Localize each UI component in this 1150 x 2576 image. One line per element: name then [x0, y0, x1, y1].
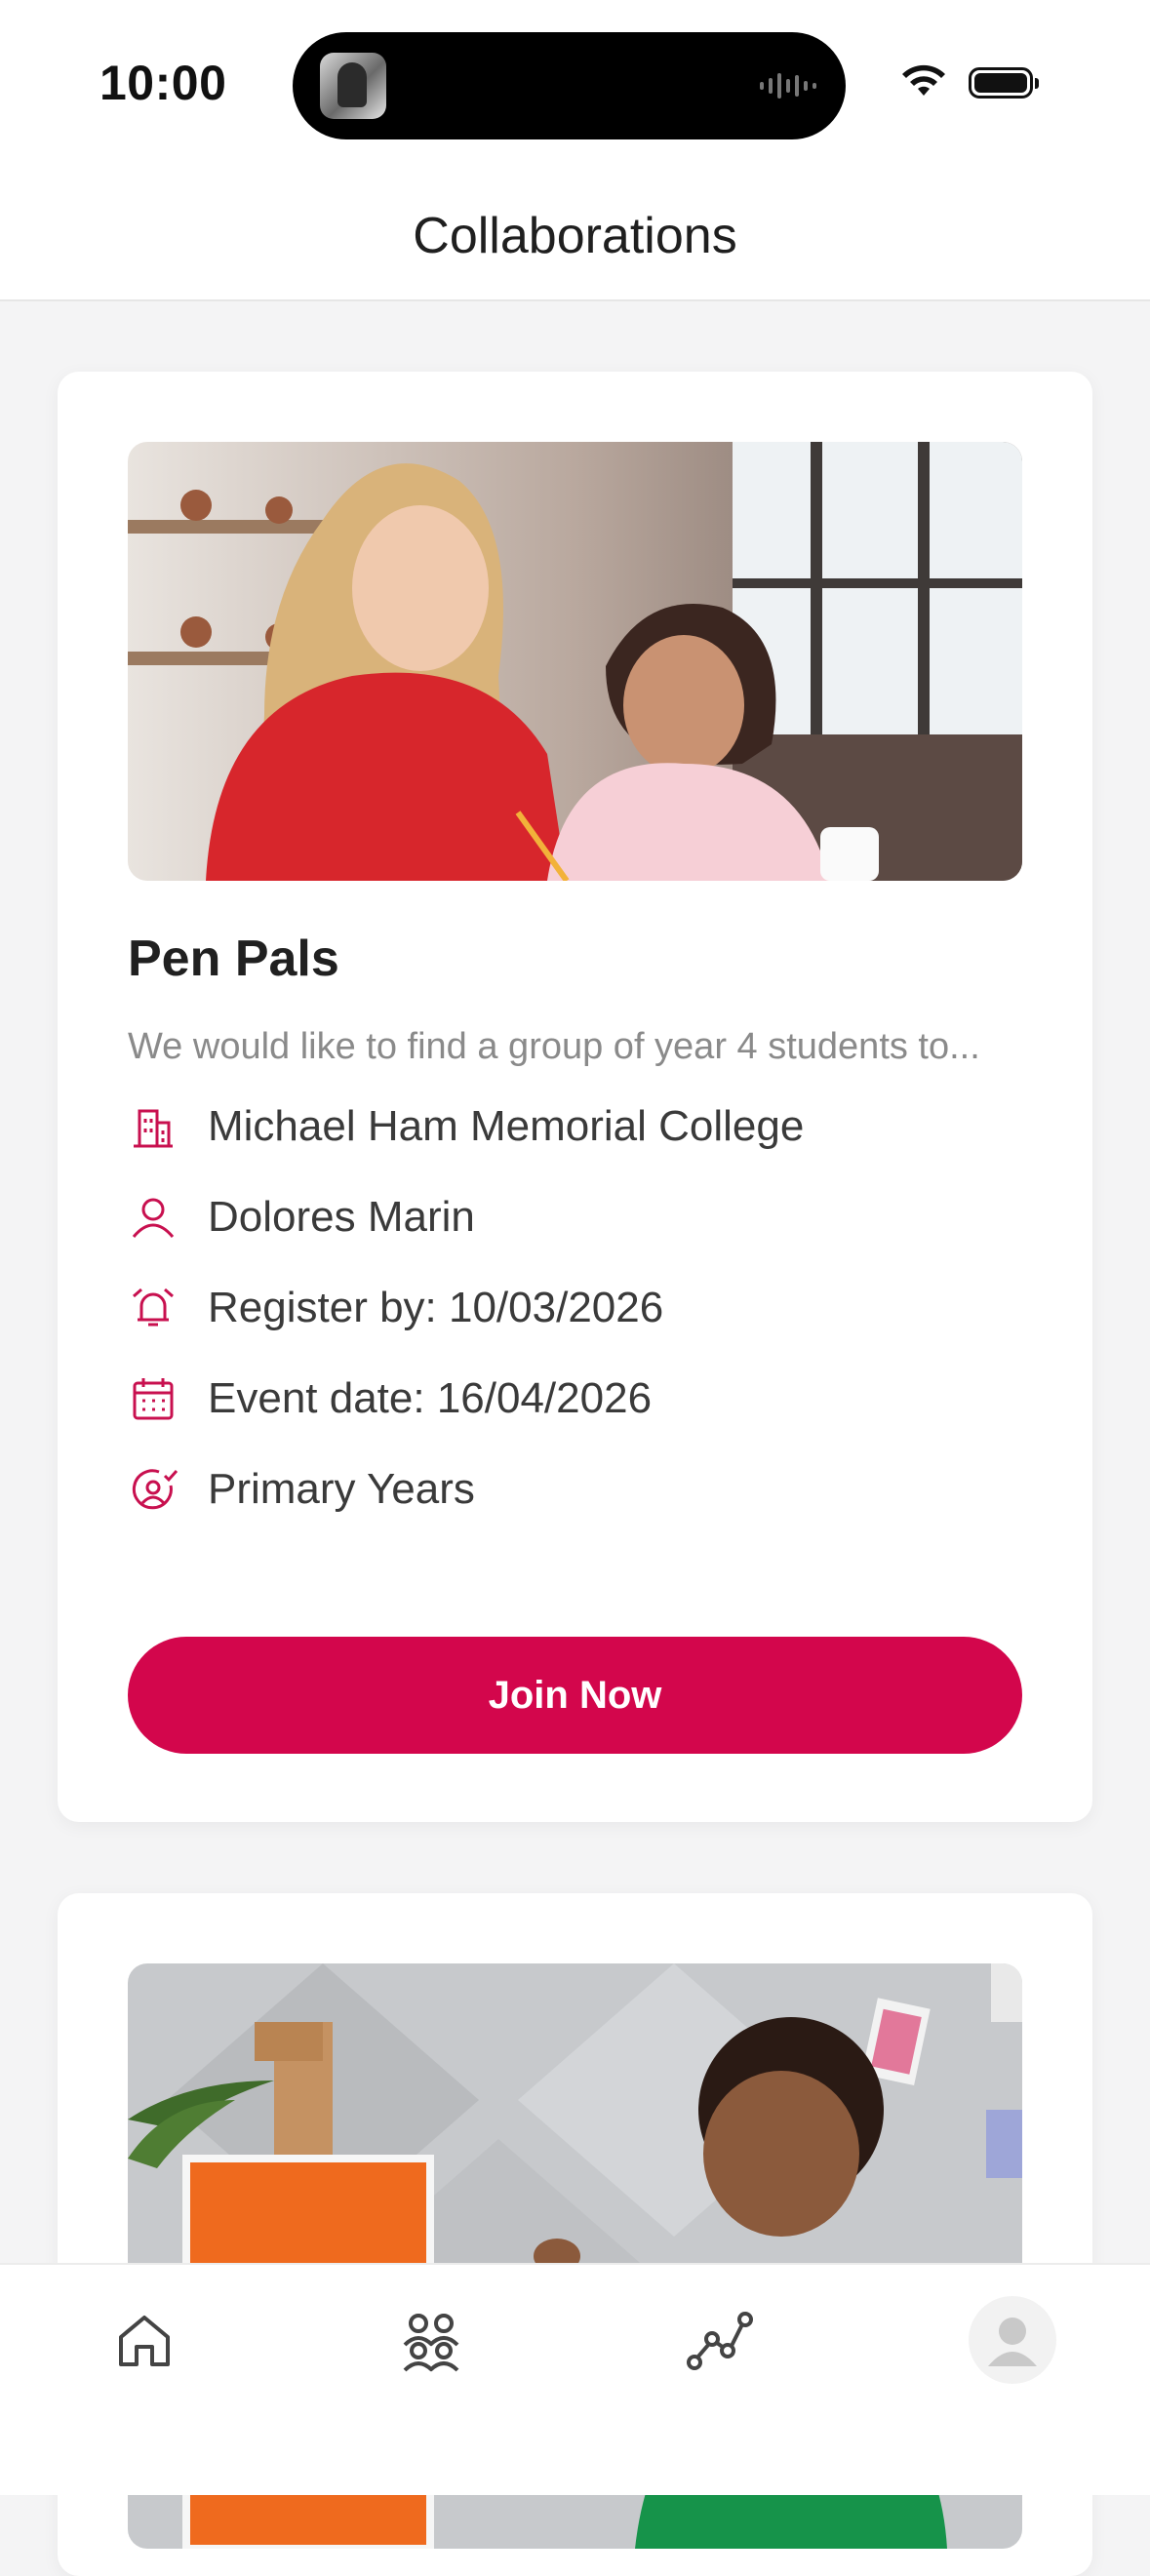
audio-wave-icon: [760, 71, 816, 100]
register-by-date: Register by: 10/03/2026: [208, 1284, 664, 1331]
detail-level: Primary Years: [128, 1460, 475, 1519]
status-time: 10:00: [99, 56, 227, 110]
wifi-icon: [902, 64, 945, 96]
status-bar: 10:00: [0, 0, 1150, 166]
collaboration-title: Pen Pals: [128, 931, 339, 987]
detail-register-by: Register by: 10/03/2026: [128, 1279, 663, 1337]
detail-event-date: Event date: 16/04/2026: [128, 1369, 652, 1428]
battery-icon: [969, 67, 1039, 99]
organizer-name: Dolores Marin: [208, 1193, 475, 1241]
nav-analytics[interactable]: [680, 2302, 758, 2380]
nav-groups[interactable]: [392, 2302, 470, 2380]
now-playing-thumbnail: [320, 53, 386, 119]
building-icon: [134, 1109, 173, 1148]
detail-school: Michael Ham Memorial College: [128, 1097, 804, 1156]
collaboration-card[interactable]: Pen Pals We would like to find a group o…: [58, 372, 1092, 1822]
event-date: Event date: 16/04/2026: [208, 1374, 653, 1422]
year-level: Primary Years: [208, 1465, 475, 1513]
dynamic-island[interactable]: [293, 32, 846, 139]
avatar-placeholder-icon: [988, 2318, 1037, 2366]
target-user-icon: [132, 1469, 178, 1510]
school-name: Michael Ham Memorial College: [208, 1102, 805, 1150]
analytics-icon: [687, 2312, 753, 2370]
detail-organizer: Dolores Marin: [128, 1188, 475, 1247]
calendar-icon: [133, 1378, 174, 1420]
home-icon: [119, 2316, 170, 2366]
groups-icon: [403, 2314, 459, 2372]
page-title: Collaborations: [413, 208, 737, 264]
profile-avatar[interactable]: [969, 2296, 1056, 2384]
nav-home[interactable]: [105, 2302, 183, 2380]
user-icon: [132, 1198, 175, 1238]
join-now-button[interactable]: Join Now: [128, 1637, 1022, 1754]
collaboration-photo: [128, 442, 1022, 881]
alarm-bell-icon: [133, 1288, 174, 1327]
bottom-navigation: [0, 2263, 1150, 2495]
page-header: Collaborations: [0, 166, 1150, 301]
collaboration-description: We would like to find a group of year 4 …: [128, 1026, 980, 1067]
